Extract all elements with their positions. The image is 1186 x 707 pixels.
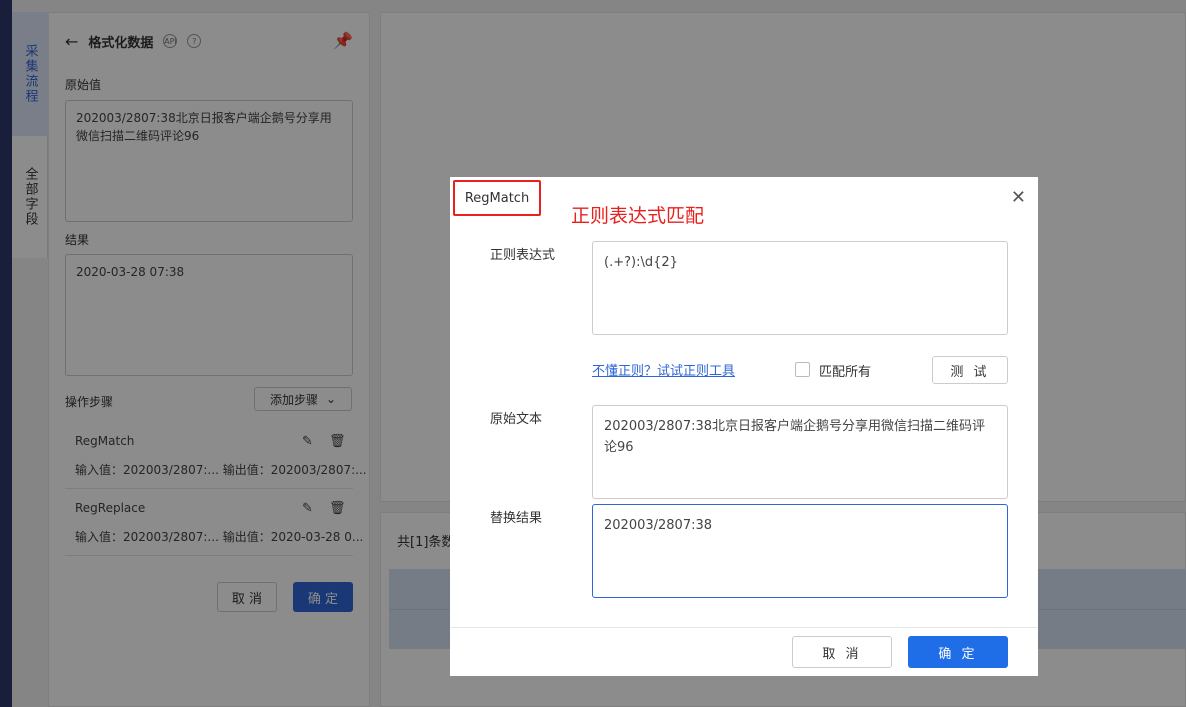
regmatch-dialog: RegMatch 正则表达式匹配 ✕ 正则表达式 (.+?):\d{2} 不懂正… xyxy=(450,177,1038,676)
match-all-label[interactable]: 匹配所有 xyxy=(819,361,871,380)
close-icon[interactable]: ✕ xyxy=(1011,187,1026,208)
dialog-footer-divider xyxy=(450,627,1038,628)
source-text-field[interactable]: 202003/2807:38北京日报客户端企鹅号分享用微信扫描二维码评论96 xyxy=(592,405,1008,499)
replace-result-field[interactable]: 202003/2807:38 xyxy=(592,504,1008,598)
regex-tool-link[interactable]: 不懂正则？试试正则工具 xyxy=(592,360,735,379)
dialog-ok-button[interactable]: 确 定 xyxy=(908,636,1008,668)
dialog-title: RegMatch xyxy=(453,180,541,216)
annotation-text: 正则表达式匹配 xyxy=(571,205,705,227)
regex-label: 正则表达式 xyxy=(490,248,556,263)
match-all-checkbox[interactable] xyxy=(795,362,810,377)
source-text-label: 原始文本 xyxy=(490,412,543,427)
replace-result-label: 替换结果 xyxy=(490,511,543,526)
test-button[interactable]: 测 试 xyxy=(932,356,1008,384)
dialog-cancel-button[interactable]: 取 消 xyxy=(792,636,892,668)
regex-input[interactable]: (.+?):\d{2} xyxy=(592,241,1008,335)
